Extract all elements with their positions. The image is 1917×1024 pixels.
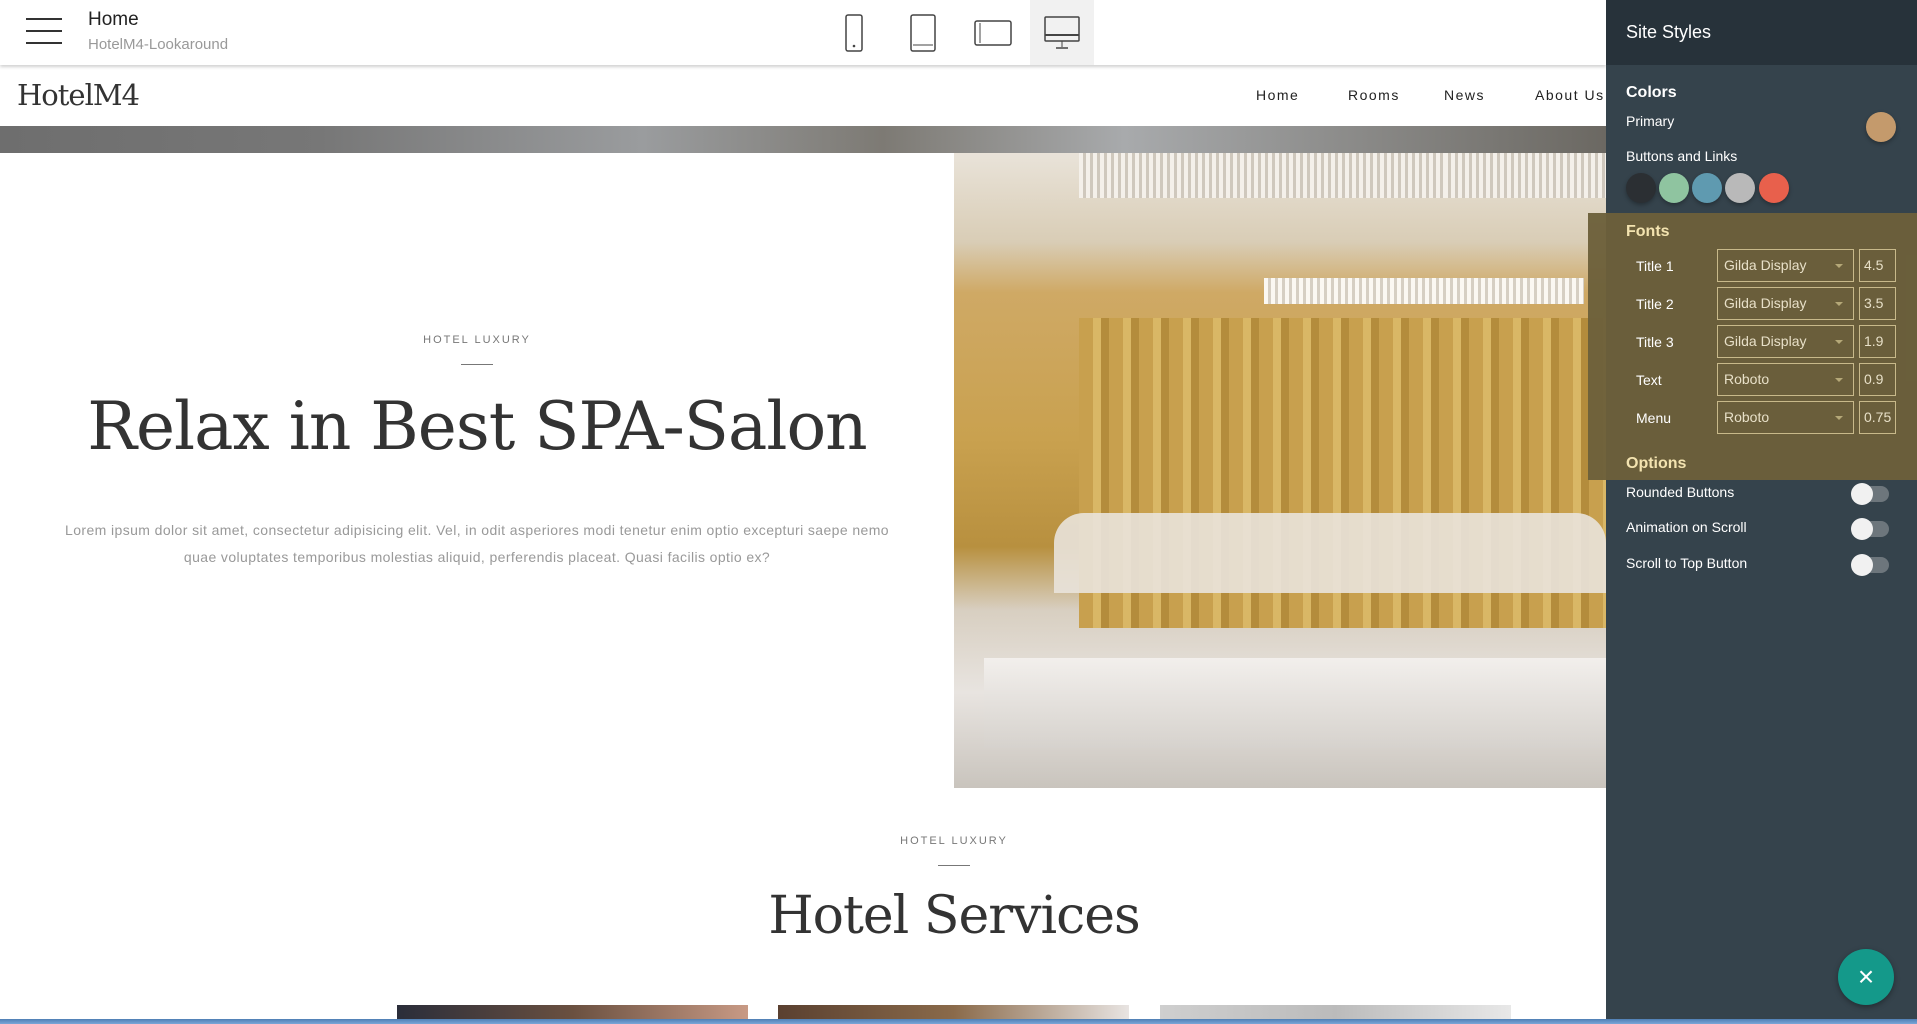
colors-heading: Colors <box>1626 84 1677 101</box>
close-panel-button[interactable]: × <box>1838 949 1894 1005</box>
services-title: Hotel Services <box>768 886 1140 946</box>
os-taskbar <box>0 1019 1917 1024</box>
divider <box>938 865 970 866</box>
nav-news[interactable]: News <box>1444 87 1485 103</box>
font-size-title2[interactable]: 3.5 <box>1859 287 1896 320</box>
editor-topbar: Home HotelM4-Lookaround <box>0 0 1606 65</box>
button-color-swatch-green[interactable] <box>1659 173 1689 203</box>
panel-title: Site Styles <box>1606 0 1917 65</box>
font-select-title1[interactable]: Gilda Display <box>1717 249 1854 282</box>
nav-about-us[interactable]: About Us <box>1535 87 1605 103</box>
primary-label: Primary <box>1626 113 1675 129</box>
font-value: Gilda Display <box>1724 295 1807 311</box>
option-label-rounded-buttons: Rounded Buttons <box>1626 484 1735 500</box>
font-label-title3: Title 3 <box>1636 334 1674 350</box>
font-select-text[interactable]: Roboto <box>1717 363 1854 396</box>
desktop-icon <box>1044 15 1080 49</box>
mobile-view-button[interactable] <box>822 0 886 65</box>
spa-salon-image <box>954 153 1606 788</box>
menu-button[interactable] <box>26 18 62 44</box>
font-select-title3[interactable]: Gilda Display <box>1717 325 1854 358</box>
tablet-icon <box>910 13 936 52</box>
rounded-buttons-toggle[interactable] <box>1851 483 1889 505</box>
font-select-menu[interactable]: Roboto <box>1717 401 1854 434</box>
font-size-title1[interactable]: 4.5 <box>1859 249 1896 282</box>
desktop-view-button[interactable] <box>1030 0 1094 65</box>
font-label-title2: Title 2 <box>1636 296 1674 312</box>
button-color-swatch-red[interactable] <box>1759 173 1789 203</box>
tablet-landscape-view-button[interactable] <box>961 0 1025 65</box>
button-color-swatch-blue[interactable] <box>1692 173 1722 203</box>
nav-rooms[interactable]: Rooms <box>1348 87 1400 103</box>
tablet-view-button[interactable] <box>891 0 955 65</box>
buttons-links-label: Buttons and Links <box>1626 148 1738 164</box>
animation-on-scroll-toggle[interactable] <box>1851 518 1889 540</box>
font-value: Roboto <box>1724 371 1770 387</box>
tablet-landscape-icon <box>974 19 1012 46</box>
button-color-swatch-dark[interactable] <box>1626 173 1656 203</box>
font-select-title2[interactable]: Gilda Display <box>1717 287 1854 320</box>
site-logo[interactable]: HotelM4 <box>17 78 140 112</box>
primary-color-swatch[interactable] <box>1866 112 1896 142</box>
site-styles-panel: Site Styles Colors Primary Buttons and L… <box>1588 0 1917 1024</box>
font-size-menu[interactable]: 0.75 <box>1859 401 1896 434</box>
divider <box>461 364 493 365</box>
font-size-title3[interactable]: 1.9 <box>1859 325 1896 358</box>
fonts-section: Fonts Title 1 Gilda Display 4.5 Title 2 … <box>1588 213 1917 480</box>
option-label-animation-on-scroll: Animation on Scroll <box>1626 519 1747 535</box>
nav-home[interactable]: Home <box>1256 87 1299 103</box>
hero-title: Relax in Best SPA-Salon <box>87 388 867 465</box>
services-eyebrow: HOTEL LUXURY <box>900 835 1008 847</box>
font-label-menu: Menu <box>1636 410 1672 426</box>
option-label-scroll-to-top: Scroll to Top Button <box>1626 555 1748 571</box>
hero-eyebrow: HOTEL LUXURY <box>423 334 531 346</box>
project-name: HotelM4-Lookaround <box>88 36 229 53</box>
options-heading: Options <box>1626 455 1687 472</box>
font-size-text[interactable]: 0.9 <box>1859 363 1896 396</box>
hero-text: Lorem ipsum dolor sit amet, consectetur … <box>65 522 889 565</box>
mobile-icon <box>845 13 863 52</box>
font-label-text: Text <box>1636 372 1662 388</box>
header-background-image <box>0 126 1606 153</box>
close-icon: × <box>1857 961 1875 992</box>
page-title: Home <box>88 9 139 30</box>
font-value: Gilda Display <box>1724 257 1807 273</box>
button-color-swatch-gray[interactable] <box>1725 173 1755 203</box>
font-label-title1: Title 1 <box>1636 258 1674 274</box>
font-value: Roboto <box>1724 409 1770 425</box>
scroll-to-top-toggle[interactable] <box>1851 554 1889 576</box>
site-navbar: HotelM4 Home Rooms News About Us <box>0 65 1606 126</box>
font-value: Gilda Display <box>1724 333 1807 349</box>
